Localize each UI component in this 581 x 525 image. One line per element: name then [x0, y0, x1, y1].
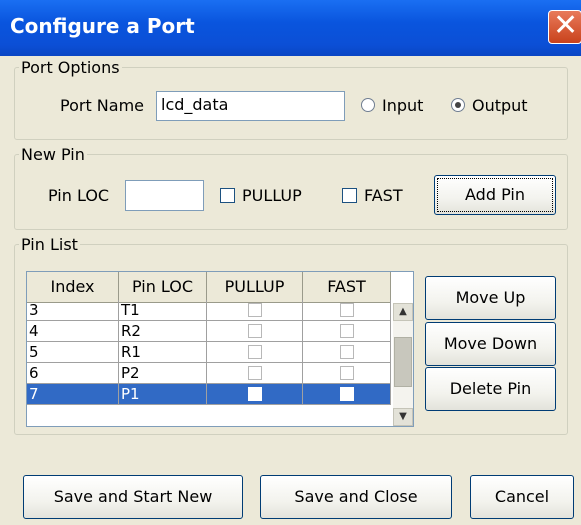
pullup-checkbox[interactable] — [220, 188, 235, 203]
move-up-button[interactable]: Move Up — [425, 276, 556, 320]
cell-pin-loc[interactable]: P2 — [119, 363, 207, 383]
cell-index[interactable]: 5 — [27, 342, 119, 362]
column-header-index[interactable]: Index — [27, 272, 119, 303]
table-row[interactable]: 4 R2 — [27, 321, 391, 342]
move-down-button[interactable]: Move Down — [425, 322, 556, 366]
pin-grid[interactable]: Index Pin LOC PULLUP FAST 3 T1 4 R2 5 R1 6 P2 7 P… — [26, 271, 414, 427]
output-radio-label[interactable]: Output — [472, 96, 528, 115]
pullup-label[interactable]: PULLUP — [242, 186, 302, 205]
cell-index[interactable]: 4 — [27, 321, 119, 341]
cell-index[interactable]: 6 — [27, 363, 119, 383]
cell-pullup — [207, 363, 303, 383]
cell-pullup — [207, 384, 303, 404]
column-header-pullup[interactable]: PULLUP — [207, 272, 303, 303]
table-row[interactable]: 3 T1 — [27, 300, 391, 321]
add-pin-button[interactable]: Add Pin — [434, 175, 556, 215]
cell-fast — [303, 384, 391, 404]
pullup-row-checkbox[interactable] — [248, 366, 262, 380]
cell-fast — [303, 363, 391, 383]
cell-index[interactable]: 7 — [27, 384, 119, 404]
cell-fast — [303, 321, 391, 341]
input-radio-label[interactable]: Input — [382, 96, 423, 115]
pullup-row-checkbox[interactable] — [248, 345, 262, 359]
close-icon: ✕ — [553, 8, 579, 43]
fast-row-checkbox[interactable] — [340, 387, 354, 401]
cell-fast — [303, 342, 391, 362]
fast-row-checkbox[interactable] — [340, 366, 354, 380]
column-header-fast[interactable]: FAST — [303, 272, 391, 303]
port-name-label: Port Name — [60, 96, 145, 115]
scroll-thumb[interactable] — [394, 337, 412, 387]
pullup-row-checkbox[interactable] — [248, 324, 262, 338]
pullup-row-checkbox[interactable] — [248, 303, 262, 317]
cell-pin-loc[interactable]: R2 — [119, 321, 207, 341]
cell-index[interactable]: 3 — [27, 300, 119, 320]
title-bar: Configure a Port ✕ — [0, 0, 581, 56]
output-radio[interactable] — [451, 98, 465, 112]
table-row[interactable]: 5 R1 — [27, 342, 391, 363]
port-name-input[interactable]: lcd_data — [156, 91, 345, 121]
cell-pin-loc[interactable]: P1 — [119, 384, 207, 404]
port-options-legend: Port Options — [21, 58, 120, 77]
cell-pin-loc[interactable]: T1 — [119, 300, 207, 320]
scroll-down-icon[interactable]: ▼ — [393, 408, 413, 426]
window-title: Configure a Port — [10, 14, 195, 38]
column-header-pin-loc[interactable]: Pin LOC — [119, 272, 207, 303]
close-button[interactable]: ✕ — [548, 8, 581, 44]
grid-scrollbar[interactable]: ▲ ▼ — [393, 303, 413, 426]
pin-list-legend: Pin List — [21, 235, 78, 254]
fast-label[interactable]: FAST — [364, 186, 403, 205]
fast-row-checkbox[interactable] — [340, 324, 354, 338]
scroll-up-icon[interactable]: ▲ — [393, 303, 413, 321]
new-pin-legend: New Pin — [21, 145, 85, 164]
pin-loc-input[interactable] — [125, 180, 204, 211]
fast-row-checkbox[interactable] — [340, 303, 354, 317]
input-radio[interactable] — [361, 98, 375, 112]
save-and-close-button[interactable]: Save and Close — [260, 475, 452, 519]
pullup-row-checkbox[interactable] — [248, 387, 262, 401]
cell-pullup — [207, 321, 303, 341]
cell-pullup — [207, 300, 303, 320]
fast-row-checkbox[interactable] — [340, 345, 354, 359]
fast-checkbox[interactable] — [342, 188, 357, 203]
delete-pin-button[interactable]: Delete Pin — [425, 367, 556, 411]
save-and-start-new-button[interactable]: Save and Start New — [23, 475, 243, 519]
table-row[interactable]: 7 P1 — [27, 384, 391, 405]
cell-fast — [303, 300, 391, 320]
pin-loc-label: Pin LOC — [48, 186, 110, 205]
table-row[interactable]: 6 P2 — [27, 363, 391, 384]
cell-pin-loc[interactable]: R1 — [119, 342, 207, 362]
cell-pullup — [207, 342, 303, 362]
cancel-button[interactable]: Cancel — [470, 475, 574, 519]
